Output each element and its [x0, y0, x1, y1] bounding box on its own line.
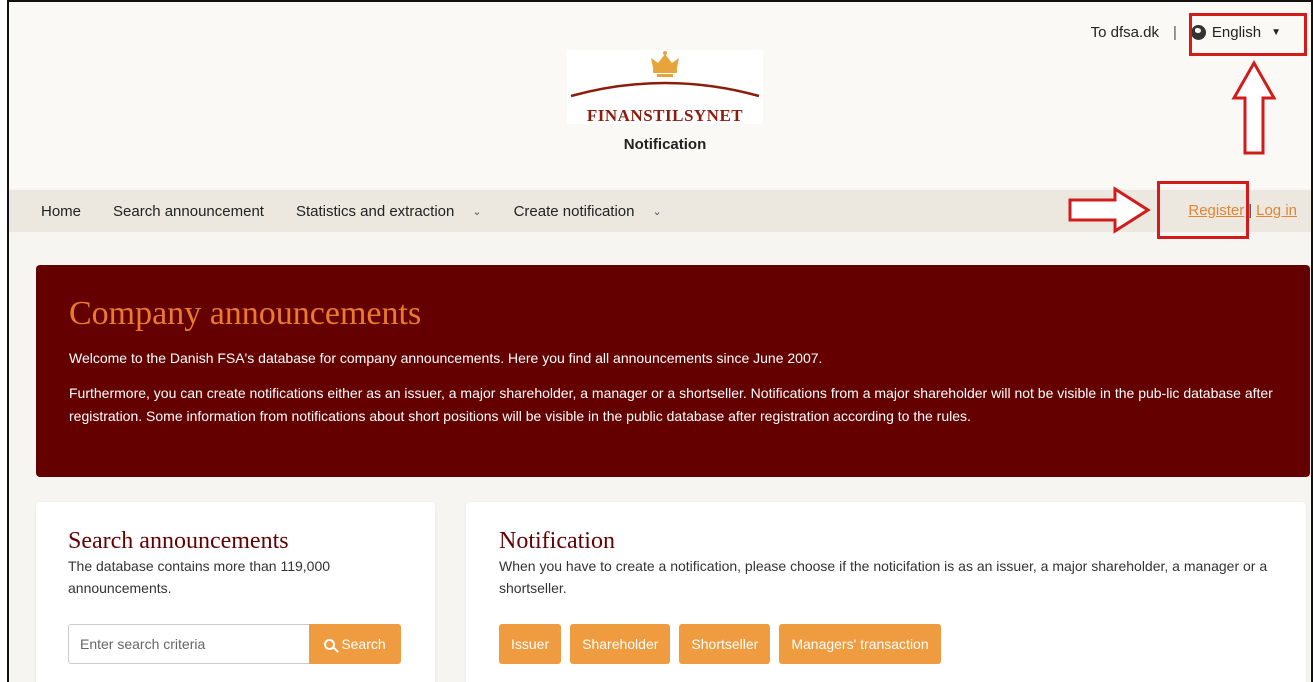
search-card-text: The database contains more than 119,000 … [68, 558, 331, 596]
logo[interactable]: FINANSTILSYNET [567, 50, 763, 125]
notification-card: Notification When you have to create a n… [466, 502, 1306, 682]
nav-statistics-label: Statistics and extraction [295, 202, 455, 220]
search-input[interactable] [68, 624, 309, 664]
issuer-button[interactable]: Issuer [499, 624, 562, 664]
nav-statistics[interactable]: Statistics and extraction ⌄ [296, 203, 482, 220]
chevron-down-icon: ⌄ [652, 205, 662, 218]
search-card-title: Search announcements [68, 528, 289, 554]
search-button[interactable]: Search [309, 624, 401, 664]
search-card: Search announcements The database contai… [36, 502, 435, 682]
logo-name: FINANSTILSYNET [586, 106, 744, 125]
shortseller-button[interactable]: Shortseller [679, 624, 771, 664]
register-highlight-box [1157, 181, 1249, 239]
right-arrow-icon [1068, 186, 1151, 234]
nav-home[interactable]: Home [41, 203, 81, 220]
notification-card-text: When you have to create a notification, … [499, 558, 1268, 596]
search-icon [324, 638, 336, 650]
language-highlight-box [1189, 13, 1307, 56]
notification-card-title: Notification [499, 528, 615, 554]
notification-buttons: Issuer Shareholder Shortseller Managers'… [499, 624, 941, 664]
search-button-label: Search [341, 636, 386, 652]
dfsa-link[interactable]: To dfsa.dk [1091, 24, 1159, 41]
top-separator: | [1172, 24, 1177, 41]
hero-intro: Welcome to the Danish FSA's database for… [69, 350, 823, 366]
nav-home-label: Home [41, 202, 82, 220]
hero-details: Furthermore, you can create notification… [69, 385, 1273, 424]
nav-search-announcement[interactable]: Search announcement [113, 203, 264, 220]
logo-subtitle: Notification [623, 136, 707, 153]
up-arrow-icon [1231, 60, 1277, 155]
hero-title: Company announcements [69, 295, 422, 332]
nav-create-notification[interactable]: Create notification ⌄ [514, 203, 662, 220]
nav-search-label: Search announcement [113, 202, 264, 220]
page-frame: To dfsa.dk | English ▼ FINANSTILSYNET No… [7, 0, 1313, 682]
hero-banner: Company announcements Welcome to the Dan… [36, 265, 1310, 477]
nav-create-label: Create notification [513, 202, 635, 220]
shareholder-button[interactable]: Shareholder [570, 624, 671, 664]
search-row: Search [68, 624, 401, 664]
header: To dfsa.dk | English ▼ FINANSTILSYNET No… [9, 2, 1311, 188]
managers-transaction-button[interactable]: Managers' transaction [779, 624, 941, 664]
login-link[interactable]: Log in [1256, 202, 1297, 219]
chevron-down-icon: ⌄ [472, 205, 482, 218]
